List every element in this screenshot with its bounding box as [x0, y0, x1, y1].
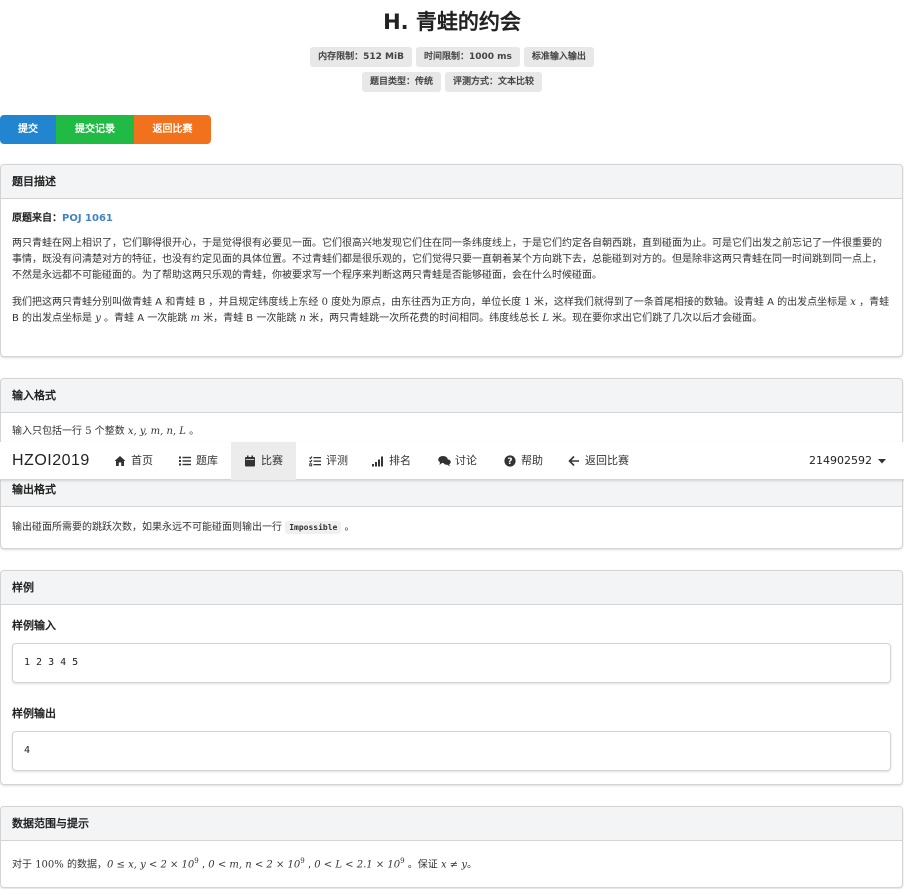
sample-output-title: 样例输出 — [12, 707, 56, 720]
description-section: 题目描述 原题来自：POJ 1061 两只青蛙在网上相识了，它们聊得很开心，于是… — [0, 164, 903, 357]
nav-judge[interactable]: 评测 — [303, 442, 354, 480]
judge-type-label: 评测方式：文本比较 — [445, 72, 543, 92]
input-format-header: 输入格式 — [1, 379, 902, 413]
sample-input-title: 样例输入 — [12, 619, 56, 632]
hints-text: 对于 100% 的数据，0 ≤ x, y < 2 × 109 , 0 < m, … — [12, 857, 477, 871]
output-format-text: 输出碰面所需要的跳跃次数，如果永远不可能碰面则输出一行 Impossible 。 — [12, 521, 355, 534]
calendar-icon — [244, 455, 256, 467]
nav-judge-label: 评测 — [326, 454, 348, 467]
nav-back-contest-label: 返回比赛 — [585, 454, 629, 467]
svg-text:?: ? — [507, 457, 512, 467]
input-format-text: 输入只包括一行 5 个整数 x, y, m, n, L 。 — [12, 426, 200, 437]
nav-discuss[interactable]: 讨论 — [432, 442, 483, 480]
top-navbar: HZOI2019 首页 题库 比赛 评测 排名 讨论 ? 帮助 返回比赛 214… — [0, 442, 904, 480]
help-icon: ? — [504, 455, 516, 467]
nav-ranking-label: 排名 — [389, 454, 411, 467]
output-format-section: 输出格式 输出碰面所需要的跳跃次数，如果永远不可能碰面则输出一行 Impossi… — [0, 472, 903, 549]
submission-records-button[interactable]: 提交记录 — [56, 115, 134, 144]
io-type-label: 标准输入输出 — [523, 47, 594, 67]
nav-ranking[interactable]: 排名 — [366, 442, 417, 480]
limits-labels: 内存限制：512 MiB 时间限制：1000 ms 标准输入输出 — [0, 47, 904, 67]
page-title: H. 青蛙的约会 — [383, 10, 521, 34]
nav-home[interactable]: 首页 — [108, 442, 159, 480]
sample-output-box[interactable]: 4 — [12, 731, 891, 771]
site-brand[interactable]: HZOI2019 — [12, 442, 90, 480]
nav-help-label: 帮助 — [521, 454, 543, 467]
nav-home-label: 首页 — [131, 454, 153, 467]
samples-section: 样例 样例输入 1 2 3 4 5 样例输出 4 — [0, 570, 903, 785]
sample-input-box[interactable]: 1 2 3 4 5 — [12, 643, 891, 683]
impossible-code: Impossible — [285, 521, 342, 534]
type-labels: 题目类型：传统 评测方式：文本比较 — [0, 72, 904, 92]
home-icon — [114, 455, 126, 467]
source-label: 原题来自： — [12, 213, 62, 224]
memory-limit-label: 内存限制：512 MiB — [310, 47, 412, 67]
description-paragraph-2: 我们把这两只青蛙分别叫做青蛙 A 和青蛙 B ，并且规定纬度线上东经 0 度处为… — [12, 297, 890, 324]
description-header: 题目描述 — [1, 165, 902, 199]
submit-button[interactable]: 提交 — [0, 115, 56, 144]
nav-contest[interactable]: 比赛 — [231, 442, 296, 480]
nav-discuss-label: 讨论 — [455, 454, 477, 467]
samples-header: 样例 — [1, 571, 902, 605]
nav-contest-label: 比赛 — [261, 454, 283, 467]
comments-icon — [438, 455, 451, 467]
source-link[interactable]: POJ 1061 — [62, 213, 113, 224]
tasks-icon — [309, 455, 321, 467]
nav-back-contest[interactable]: 返回比赛 — [562, 442, 635, 480]
hints-header: 数据范围与提示 — [1, 807, 902, 841]
time-limit-label: 时间限制：1000 ms — [415, 47, 520, 67]
nav-problems[interactable]: 题库 — [173, 442, 224, 480]
nav-problems-label: 题库 — [196, 454, 218, 467]
problem-type-label: 题目类型：传统 — [361, 72, 441, 92]
list-icon — [179, 455, 191, 467]
hints-section: 数据范围与提示 对于 100% 的数据，0 ≤ x, y < 2 × 109 ,… — [0, 806, 903, 888]
signal-icon — [372, 455, 384, 467]
arrow-left-icon — [568, 455, 580, 467]
nav-help[interactable]: ? 帮助 — [498, 442, 549, 480]
description-paragraph-1: 两只青蛙在网上相识了，它们聊得很开心，于是觉得很有必要见一面。它们很高兴地发现它… — [12, 238, 882, 281]
back-to-contest-button[interactable]: 返回比赛 — [134, 115, 211, 144]
action-buttons: 提交 提交记录 返回比赛 — [0, 115, 211, 144]
user-menu[interactable]: 214902592 — [809, 442, 886, 480]
username: 214902592 — [809, 454, 872, 467]
caret-down-icon — [878, 442, 886, 480]
